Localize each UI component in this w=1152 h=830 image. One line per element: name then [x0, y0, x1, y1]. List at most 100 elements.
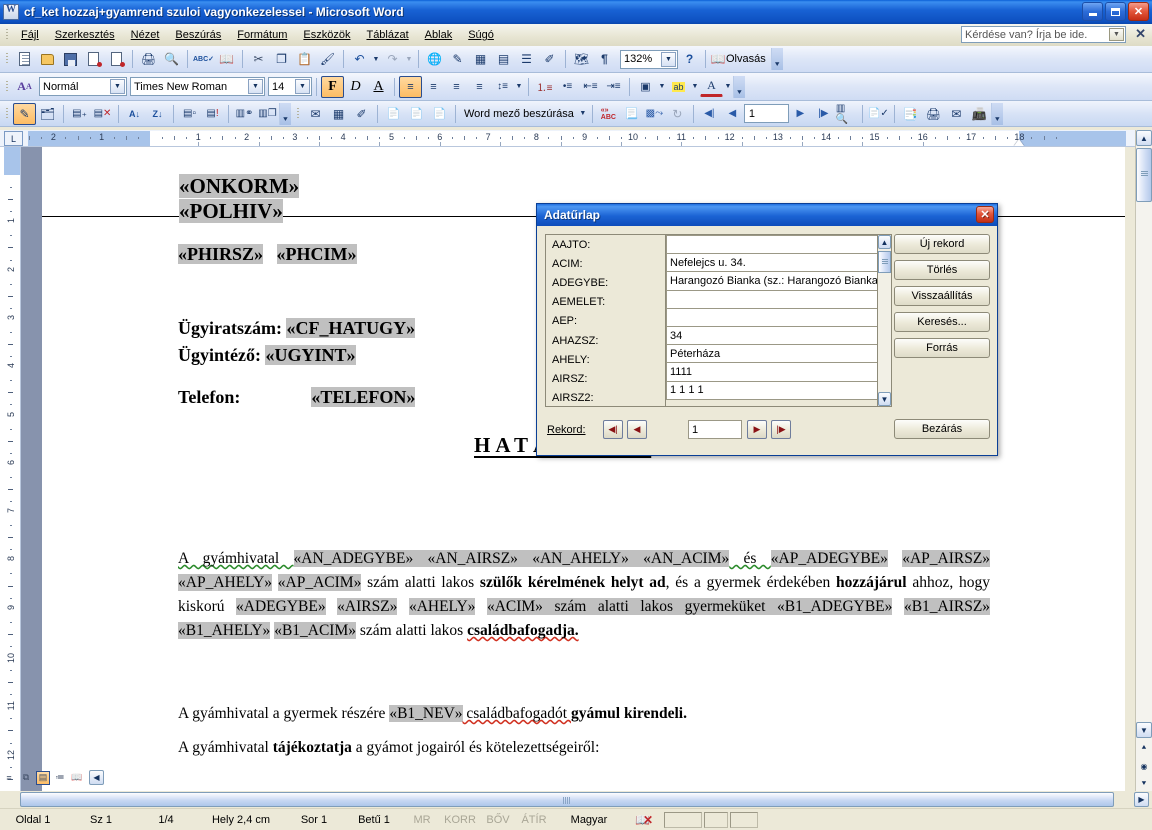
highlight-merge-fields-icon[interactable]: «» ABC: [597, 103, 620, 125]
status-overtype[interactable]: ÁTÍR: [516, 812, 552, 828]
italic-button[interactable]: D: [344, 76, 367, 98]
ask-a-question-box[interactable]: Kérdése van? Írja be ide. ▼: [961, 26, 1126, 43]
mailmerge-toolbar-overflow[interactable]: ⯆: [279, 102, 291, 125]
menu-item-eszkozok[interactable]: Eszközök: [295, 26, 358, 44]
open-icon[interactable]: [36, 48, 59, 70]
vertical-ruler[interactable]: 1 2 3 4 5 6 7 8 9 10 11 12: [0, 147, 21, 792]
exclude-recipient-icon[interactable]: ▤ ✕: [91, 103, 114, 125]
sort-descending-icon[interactable]: Z↓: [146, 103, 169, 125]
check-errors-icon[interactable]: 📄✓: [867, 103, 890, 125]
print-preview-icon[interactable]: 🔍: [160, 48, 183, 70]
mailmerge-toolbar-overflow-2[interactable]: ⯆: [990, 102, 1003, 125]
chevron-down-icon[interactable]: ▼: [295, 79, 310, 94]
web-layout-view-button[interactable]: ⧉: [19, 771, 33, 785]
field-input[interactable]: 1111: [666, 362, 879, 382]
minimize-button[interactable]: [1082, 2, 1103, 21]
standard-toolbar-overflow[interactable]: ⯆: [770, 48, 783, 70]
mailmerge-toolbar-grip[interactable]: [3, 105, 11, 122]
scroll-up-button[interactable]: ▲: [1136, 130, 1152, 146]
main-document-setup-icon[interactable]: ✎: [13, 102, 36, 125]
document-map-icon[interactable]: 🗺: [570, 48, 593, 70]
ruler-track[interactable]: 2 1 1 2 3 4 5 6 7 8 9 10 11 12 13 14 15 16 17 18: [28, 131, 1126, 146]
increase-indent-button[interactable]: ⇥≡: [602, 76, 625, 98]
address-block-icon[interactable]: 📃: [620, 103, 643, 125]
field-input[interactable]: [666, 289, 879, 309]
dialog-close-icon[interactable]: ✕: [976, 206, 994, 223]
redo-dropdown-icon[interactable]: ▼: [404, 48, 414, 70]
chevron-down-icon[interactable]: ▼: [1109, 28, 1124, 41]
next-page-button[interactable]: ⯆: [1136, 776, 1152, 792]
font-combo[interactable]: Times New Roman ▼: [130, 77, 265, 96]
align-right-button[interactable]: ≡: [445, 76, 468, 98]
align-left-button[interactable]: ≡: [399, 75, 422, 98]
field-input[interactable]: 1 1 1 1: [666, 380, 879, 400]
sort-ascending-icon[interactable]: A↓: [123, 103, 146, 125]
merge-to-printer-icon[interactable]: 🖨: [922, 103, 945, 125]
highlight-button[interactable]: ab: [667, 76, 690, 98]
horizontal-scroll-thumb[interactable]: [20, 792, 1114, 807]
field-list-scrollbar[interactable]: ▲ ▼: [877, 234, 892, 407]
line-spacing-button[interactable]: ↕≡: [491, 76, 514, 98]
menu-grip[interactable]: [3, 27, 11, 43]
undo-icon[interactable]: ↶: [348, 48, 371, 70]
font-color-button[interactable]: A: [700, 77, 723, 97]
previous-page-button[interactable]: ⯅: [1136, 740, 1152, 756]
first-record-icon[interactable]: ◀|: [698, 103, 721, 125]
standard-toolbar-grip[interactable]: [3, 51, 11, 67]
print-icon[interactable]: 🖨: [137, 48, 160, 70]
outside-border-button[interactable]: ▣: [634, 76, 657, 98]
field-input[interactable]: [666, 307, 879, 327]
insert-greeting-line-icon[interactable]: ▤!: [201, 103, 224, 125]
next-record-icon[interactable]: ▶: [789, 103, 812, 125]
mail-merge-wizard-icon[interactable]: ✐: [350, 103, 373, 125]
menu-item-tablazat[interactable]: Táblázat: [358, 26, 416, 44]
insert-table-icon[interactable]: ▦: [469, 48, 492, 70]
horizontal-ruler[interactable]: L 2 1 1 2 3 4 5 6 7 8 9 10 11 12 13 14 15 16 17 18: [0, 130, 1152, 147]
align-center-button[interactable]: ≡: [422, 76, 445, 98]
tab-stop-selector-icon[interactable]: L: [4, 131, 23, 146]
find-entry-icon[interactable]: ▥🔍: [835, 103, 858, 125]
envelopes-icon[interactable]: ✉: [304, 103, 327, 125]
tables-and-borders-icon[interactable]: ✎: [446, 48, 469, 70]
field-input[interactable]: Harangozó Bianka (sz.: Harangozó Bianka: [666, 271, 879, 291]
redo-icon[interactable]: ↷: [381, 48, 404, 70]
font-color-dropdown-icon[interactable]: ▼: [723, 76, 733, 98]
insert-excel-worksheet-icon[interactable]: ▤: [492, 48, 515, 70]
insert-word-field-icon[interactable]: 📄: [405, 103, 428, 125]
outline-view-button[interactable]: ≔: [53, 771, 67, 785]
field-scroll-up-button[interactable]: ▲: [878, 235, 891, 249]
view-merged-data-icon[interactable]: 📄: [428, 103, 451, 125]
normal-view-button[interactable]: ≡: [2, 771, 16, 785]
border-dropdown-icon[interactable]: ▼: [657, 76, 667, 98]
field-input[interactable]: Nefelejcs u. 34.: [666, 253, 879, 273]
menu-item-ablak[interactable]: Ablak: [417, 26, 461, 44]
source-button[interactable]: Forrás: [894, 338, 990, 358]
save-icon[interactable]: [59, 48, 82, 70]
mail-recipient-icon[interactable]: [105, 48, 128, 70]
find-button[interactable]: Keresés...: [894, 312, 990, 332]
zoom-combo[interactable]: 132% ▼: [620, 49, 678, 69]
vertical-scroll-thumb[interactable]: [1136, 148, 1152, 202]
first-record-button[interactable]: ◀|: [603, 420, 623, 439]
status-language[interactable]: Magyar: [554, 812, 624, 828]
styles-and-formatting-icon[interactable]: AA: [13, 76, 36, 98]
status-track-changes[interactable]: KORR: [440, 812, 480, 828]
new-record-button[interactable]: Új rekord: [894, 234, 990, 254]
font-size-combo[interactable]: 14 ▼: [268, 77, 312, 96]
menubar-close-icon[interactable]: ✕: [1135, 27, 1146, 41]
insert-word-field-dropdown-icon[interactable]: ▼: [578, 103, 588, 125]
columns-icon[interactable]: ☰: [515, 48, 538, 70]
highlight-dropdown-icon[interactable]: ▼: [690, 76, 700, 98]
paste-icon[interactable]: 📋: [293, 48, 316, 70]
reading-label[interactable]: Olvasás: [726, 53, 766, 65]
menu-item-beszuras[interactable]: Beszúrás: [167, 26, 229, 44]
chevron-down-icon[interactable]: ▼: [661, 51, 676, 67]
field-input[interactable]: Péterháza: [666, 344, 879, 364]
line-spacing-dropdown-icon[interactable]: ▼: [514, 76, 524, 98]
field-scroll-down-button[interactable]: ▼: [878, 392, 891, 406]
new-document-icon[interactable]: [13, 48, 36, 70]
bullets-button[interactable]: •≡: [556, 76, 579, 98]
underline-button[interactable]: A: [367, 76, 390, 98]
merge-to-email-icon[interactable]: ✉: [945, 103, 968, 125]
status-record-mode[interactable]: MR: [406, 812, 438, 828]
